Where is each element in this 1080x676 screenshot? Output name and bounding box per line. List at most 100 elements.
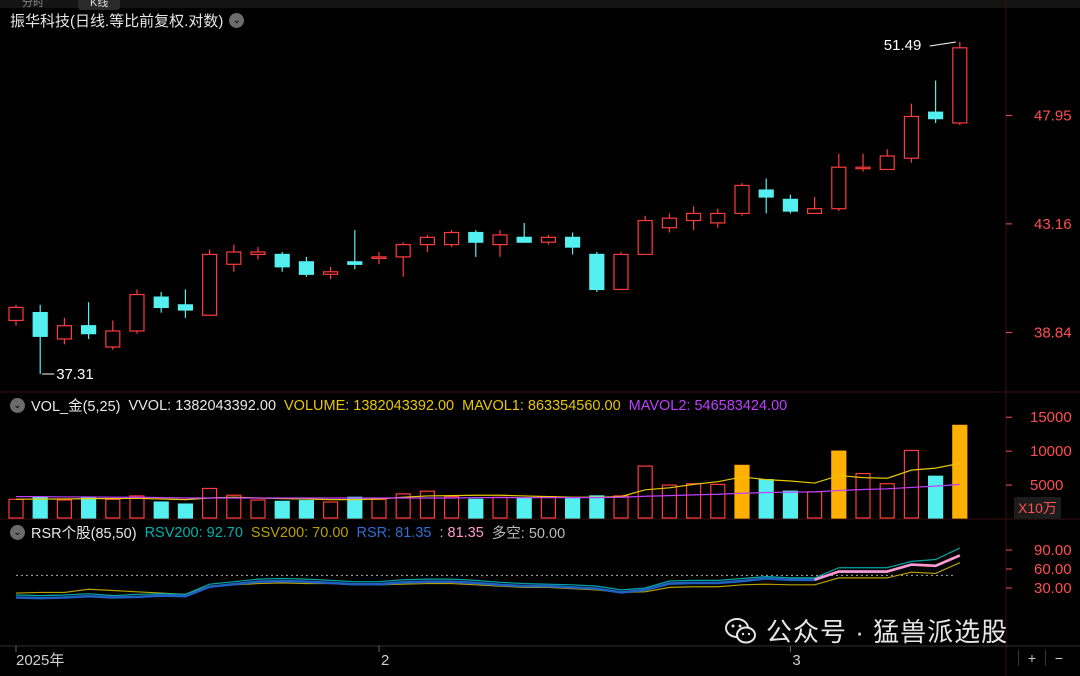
volume-bar	[226, 494, 242, 519]
candle-body	[298, 261, 314, 275]
volume-bar	[589, 495, 605, 519]
candle-body	[153, 296, 169, 309]
candle-body	[734, 184, 750, 215]
candle-body	[516, 236, 532, 243]
volume-bar	[758, 479, 774, 519]
candle-body	[613, 253, 629, 291]
volume-bar	[637, 465, 653, 519]
volume-value: VOLUME: 1382043392.00	[284, 397, 455, 414]
candle-body	[347, 261, 363, 265]
candle-body	[806, 208, 823, 215]
volume-bar	[129, 495, 145, 519]
vol-name: VOL_金(5,25)	[31, 399, 121, 415]
zoom-controls: + −	[1018, 650, 1072, 666]
rsv200-line	[15, 547, 961, 597]
volume-bar	[347, 496, 363, 519]
watermark: 公众号 · 猛兽派选股	[724, 612, 1008, 649]
pink-value: : 81.35	[439, 524, 484, 541]
candle-body	[710, 212, 726, 224]
volume-bar	[250, 499, 266, 519]
candle-body	[758, 189, 774, 198]
candle-body	[855, 166, 871, 170]
candle-body	[80, 325, 97, 335]
rsv200-value: RSV200: 92.70	[144, 524, 243, 541]
volume-tick-label: 15000	[1030, 409, 1072, 426]
candle-body	[927, 111, 944, 120]
candle-body	[952, 47, 968, 124]
candle-body	[226, 251, 242, 265]
candle-body	[637, 219, 653, 256]
rsr-tick-label: 60.00	[1034, 561, 1072, 578]
volume-bar	[419, 490, 435, 519]
max-price-label: 51.49	[884, 37, 922, 54]
candle-body	[56, 325, 73, 340]
volume-bar	[32, 496, 48, 519]
candle-body	[468, 231, 484, 243]
candle-body	[589, 253, 605, 291]
candle-body	[105, 330, 121, 348]
volume-bar	[468, 498, 484, 519]
volume-bar	[782, 490, 799, 519]
volume-bar	[202, 487, 218, 519]
candle-body	[444, 231, 460, 246]
zoom-out-button[interactable]: −	[1045, 650, 1072, 666]
candle-body	[177, 304, 193, 311]
candle-body	[129, 293, 145, 332]
volume-bar	[177, 503, 193, 519]
volume-bar	[613, 495, 629, 519]
volume-bar	[105, 498, 121, 519]
candle-body	[903, 115, 920, 159]
rsr-indicator-header: ⌄ RSR个股(85,50) RSV200: 92.70 SSV200: 70.…	[10, 522, 573, 543]
volume-bar	[540, 496, 557, 519]
volume-bar	[710, 483, 726, 519]
candle-body	[492, 234, 508, 246]
candle-body	[564, 236, 581, 248]
candle-body	[32, 312, 48, 337]
volume-bar	[8, 498, 24, 519]
volume-bar	[153, 501, 169, 519]
volume-bar	[564, 498, 581, 519]
candle-body	[274, 253, 290, 268]
chevron-down-icon[interactable]: ⌄	[10, 525, 25, 540]
vvol-value: VVOL: 1382043392.00	[128, 397, 277, 414]
volume-tick-label: 10000	[1030, 443, 1072, 460]
rsr-name: RSR个股(85,50)	[31, 526, 137, 542]
wechat-icon	[725, 617, 756, 643]
rsr-tick-label: 90.00	[1034, 542, 1072, 559]
rsr-tick-label: 30.00	[1034, 580, 1072, 597]
volume-unit-label: X10万	[1014, 497, 1061, 519]
volume-bar	[274, 500, 290, 519]
volume-bar	[80, 497, 97, 519]
candle-body	[879, 155, 895, 171]
candle-body	[395, 244, 411, 258]
ssv200-value: SSV200: 70.00	[250, 524, 349, 541]
date-tick-label: 2	[381, 652, 389, 669]
volume-bar	[952, 424, 968, 519]
candle-body	[685, 212, 702, 222]
volume-bar	[734, 464, 750, 519]
volume-bar	[492, 496, 508, 519]
candle-body	[782, 198, 799, 212]
vol-indicator-header: ⌄ VOL_金(5,25) VVOL: 1382043392.00 VOLUME…	[10, 395, 795, 416]
watermark-text: 公众号 · 猛兽派选股	[766, 617, 1009, 647]
zoom-in-button[interactable]: +	[1018, 650, 1045, 666]
date-tick-label: 3	[792, 652, 800, 669]
volume-tick-label: 5000	[1030, 477, 1063, 494]
price-tick-label: 43.16	[1034, 216, 1072, 233]
mavol1-value: MAVOL1: 863354560.00	[462, 397, 621, 414]
chart-canvas[interactable]: 47.95 43.16 38.84 51.49 37.31 15000 10000 5000 9…	[0, 0, 1080, 676]
volume-bar	[298, 500, 314, 519]
duokong-value: 多空: 50.00	[491, 526, 566, 542]
candle-body	[202, 253, 218, 316]
volume-bar	[831, 450, 847, 519]
volume-bar	[323, 501, 339, 519]
volume-bar	[855, 472, 871, 519]
candle-body	[323, 271, 339, 275]
rsr-value: RSR: 81.35	[356, 524, 432, 541]
candle-body	[250, 251, 266, 256]
volume-bar	[516, 497, 532, 519]
volume-bar	[56, 499, 73, 519]
volume-bar	[661, 484, 678, 519]
volume-bar	[444, 496, 460, 519]
chevron-down-icon[interactable]: ⌄	[10, 398, 25, 413]
